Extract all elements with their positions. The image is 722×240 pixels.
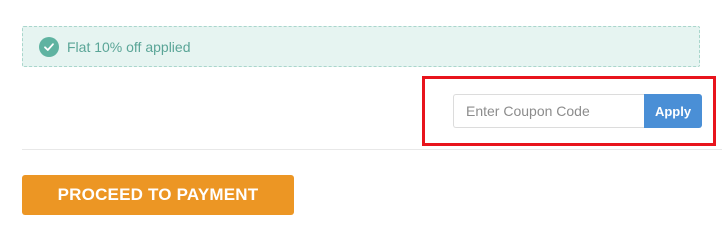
coupon-code-input[interactable] [453,94,644,128]
divider [22,149,722,150]
discount-banner: Flat 10% off applied [22,26,700,67]
apply-coupon-button[interactable]: Apply [644,94,702,128]
proceed-to-payment-button[interactable]: PROCEED TO PAYMENT [22,175,294,215]
check-circle-icon [39,36,59,57]
coupon-form: Apply [453,94,702,128]
checkout-panel: Flat 10% off applied Apply PROCEED TO PA… [0,0,722,240]
discount-message: Flat 10% off applied [67,38,191,55]
